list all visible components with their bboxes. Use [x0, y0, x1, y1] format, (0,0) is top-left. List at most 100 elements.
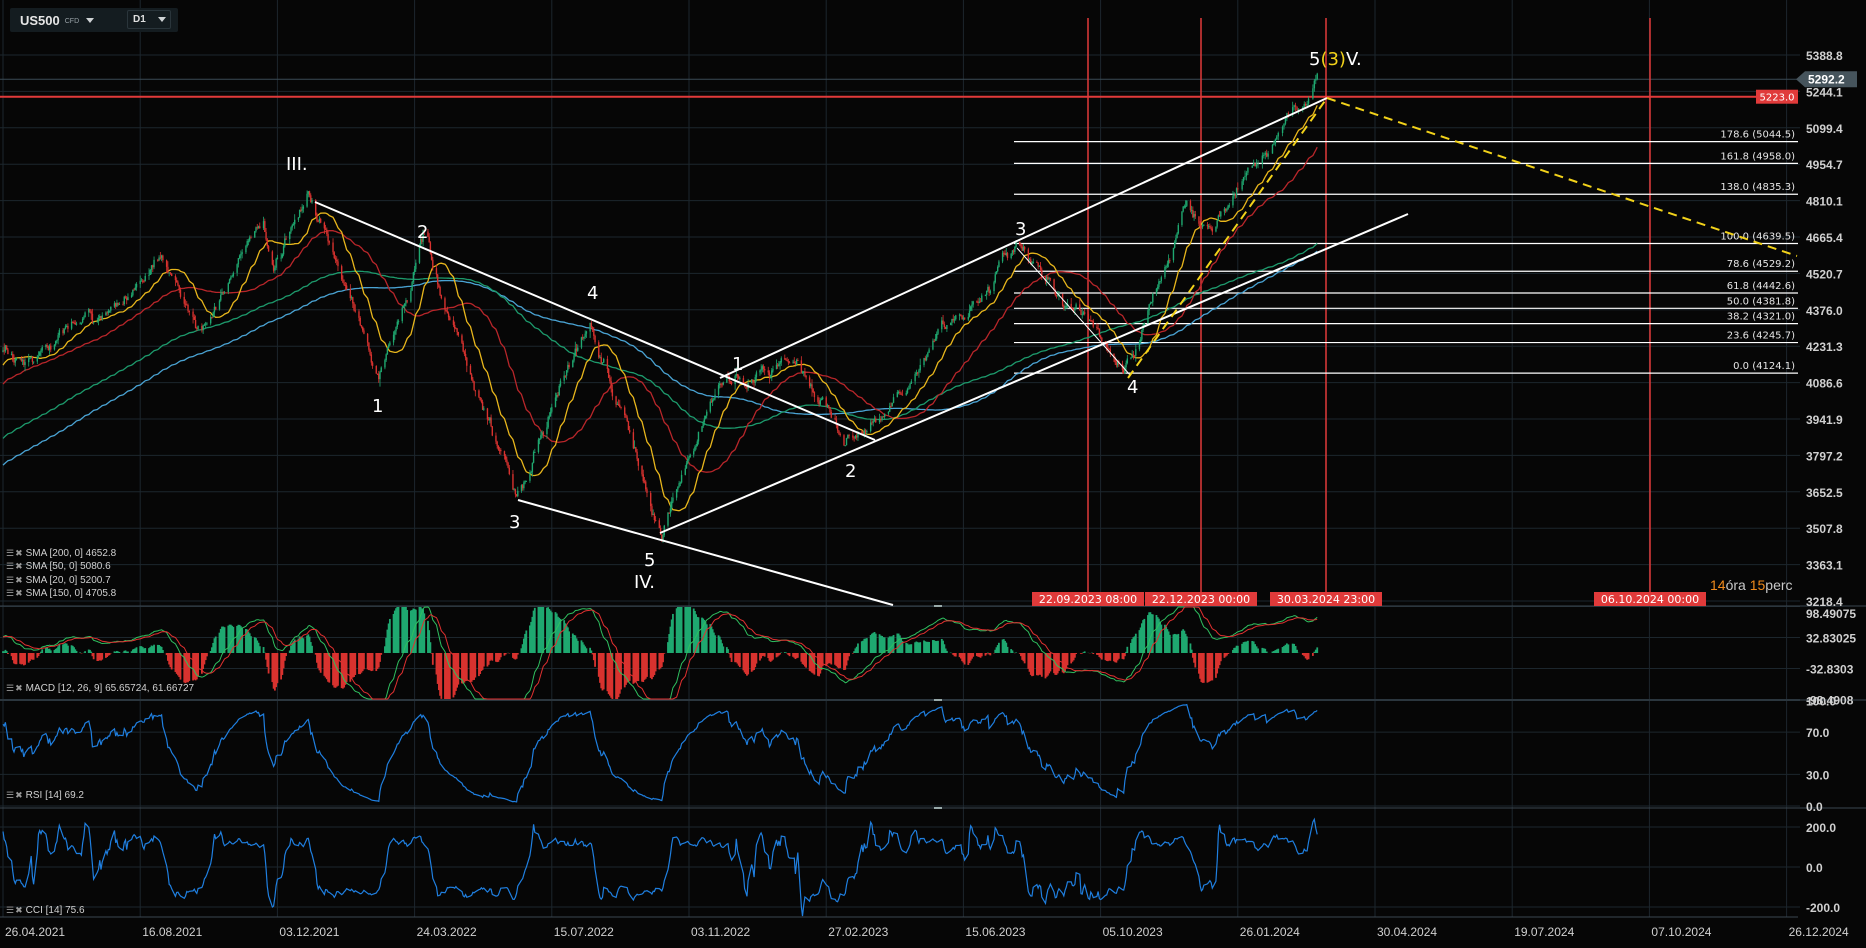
candle-body: [1186, 200, 1188, 206]
candle: [906, 387, 909, 395]
candle: [1092, 318, 1094, 329]
candle-body: [1138, 342, 1141, 350]
close-icon[interactable]: ✖: [15, 588, 23, 599]
close-icon[interactable]: ✖: [15, 905, 23, 916]
macd-histogram-bar: [663, 653, 666, 654]
settings-icon[interactable]: ☰: [6, 683, 14, 694]
candle: [1313, 78, 1316, 92]
pane-resize-handle[interactable]: [934, 807, 942, 809]
candle: [133, 288, 135, 291]
candle-body: [763, 368, 766, 371]
candle-body: [861, 432, 863, 434]
pane-resize-handle[interactable]: [934, 605, 942, 607]
candle-body: [541, 432, 543, 436]
macd-histogram-bar: [1202, 653, 1205, 683]
price-axis-label: 4086.6: [1806, 377, 1843, 391]
candle: [951, 318, 953, 326]
candle: [678, 480, 680, 488]
candle: [687, 455, 689, 465]
candle: [585, 330, 588, 338]
candle-body: [245, 245, 247, 253]
macd-histogram-bar: [680, 607, 683, 653]
candle: [318, 216, 321, 224]
candle: [440, 294, 443, 300]
candle: [5, 345, 8, 350]
candle: [28, 353, 30, 367]
candle: [993, 280, 995, 295]
candle-body: [107, 310, 110, 313]
rsi-line[interactable]: [2, 703, 1318, 803]
candle: [193, 314, 196, 321]
candle: [537, 437, 540, 454]
candle-body: [972, 301, 974, 305]
candle-body: [1166, 263, 1169, 267]
candle-body: [817, 397, 819, 402]
chart-canvas[interactable]: 22.09.2023 08:00 22.12.2023 00:00 30.03.20…: [0, 0, 1866, 948]
candle: [209, 314, 212, 326]
close-icon[interactable]: ✖: [15, 561, 23, 572]
candle-body: [395, 326, 397, 332]
macd-histogram-bar: [714, 635, 716, 653]
chevron-down-icon[interactable]: [86, 17, 95, 23]
candle-body: [804, 371, 806, 376]
candle-body: [435, 268, 438, 275]
close-icon[interactable]: ✖: [15, 548, 23, 559]
settings-icon[interactable]: ☰: [6, 548, 14, 559]
trading-chart[interactable]: 22.09.2023 08:00 22.12.2023 00:00 30.03.20…: [0, 0, 1866, 948]
candle: [1023, 245, 1026, 253]
close-icon[interactable]: ✖: [15, 683, 23, 694]
trend-line[interactable]: [314, 201, 876, 441]
candle-body: [376, 373, 379, 375]
candle-body: [221, 292, 223, 295]
candle: [1307, 96, 1310, 106]
settings-icon[interactable]: ☰: [6, 588, 14, 599]
sma200-line[interactable]: [2, 250, 1318, 466]
close-icon[interactable]: ✖: [15, 790, 23, 801]
close-icon[interactable]: ✖: [15, 575, 23, 586]
dashed-projection-line[interactable]: [1127, 97, 1328, 379]
fib-level-label: 38.2 (4321.0): [1727, 312, 1795, 323]
symbol-name[interactable]: US500: [20, 13, 60, 28]
candle: [358, 309, 360, 322]
candle-body: [875, 418, 877, 423]
macd-histogram-bar: [697, 617, 700, 653]
candle: [620, 406, 622, 410]
candle-body: [649, 493, 652, 507]
symbol-selector[interactable]: US500 CFD D1: [10, 8, 178, 32]
candle: [481, 399, 484, 411]
chevron-down-icon[interactable]: [157, 17, 166, 22]
candle-body: [611, 389, 614, 397]
candle: [238, 254, 241, 260]
candle-body: [635, 447, 637, 452]
settings-icon[interactable]: ☰: [6, 561, 14, 572]
candle-body: [385, 354, 387, 361]
candle: [165, 259, 168, 273]
pane-resize-handle[interactable]: [934, 699, 942, 701]
candle: [353, 301, 355, 312]
dashed-projection-line[interactable]: [1326, 97, 1798, 257]
candle-body: [564, 375, 567, 377]
candle: [534, 448, 536, 454]
candle-body: [701, 426, 703, 432]
candle-body: [812, 389, 814, 393]
candle-body: [892, 397, 895, 403]
settings-icon[interactable]: ☰: [6, 575, 14, 586]
settings-icon[interactable]: ☰: [6, 905, 14, 916]
legend-text: SMA [20, 0] 5200.7: [25, 575, 111, 586]
trend-line[interactable]: [517, 499, 894, 606]
candle-body: [490, 417, 492, 427]
candle-body: [916, 372, 919, 374]
settings-icon[interactable]: ☰: [6, 790, 14, 801]
macd-histogram-bar: [161, 650, 164, 653]
candle: [401, 305, 403, 324]
candle-body: [1254, 163, 1256, 167]
candle-body: [520, 485, 523, 491]
candle-body: [797, 359, 799, 361]
cci-line[interactable]: [2, 817, 1318, 917]
candle: [523, 480, 525, 491]
timeframe-dropdown[interactable]: D1: [127, 10, 171, 29]
candle-body: [624, 407, 626, 416]
candle: [113, 301, 116, 308]
candle-body: [927, 352, 929, 357]
candle-body: [440, 295, 443, 299]
